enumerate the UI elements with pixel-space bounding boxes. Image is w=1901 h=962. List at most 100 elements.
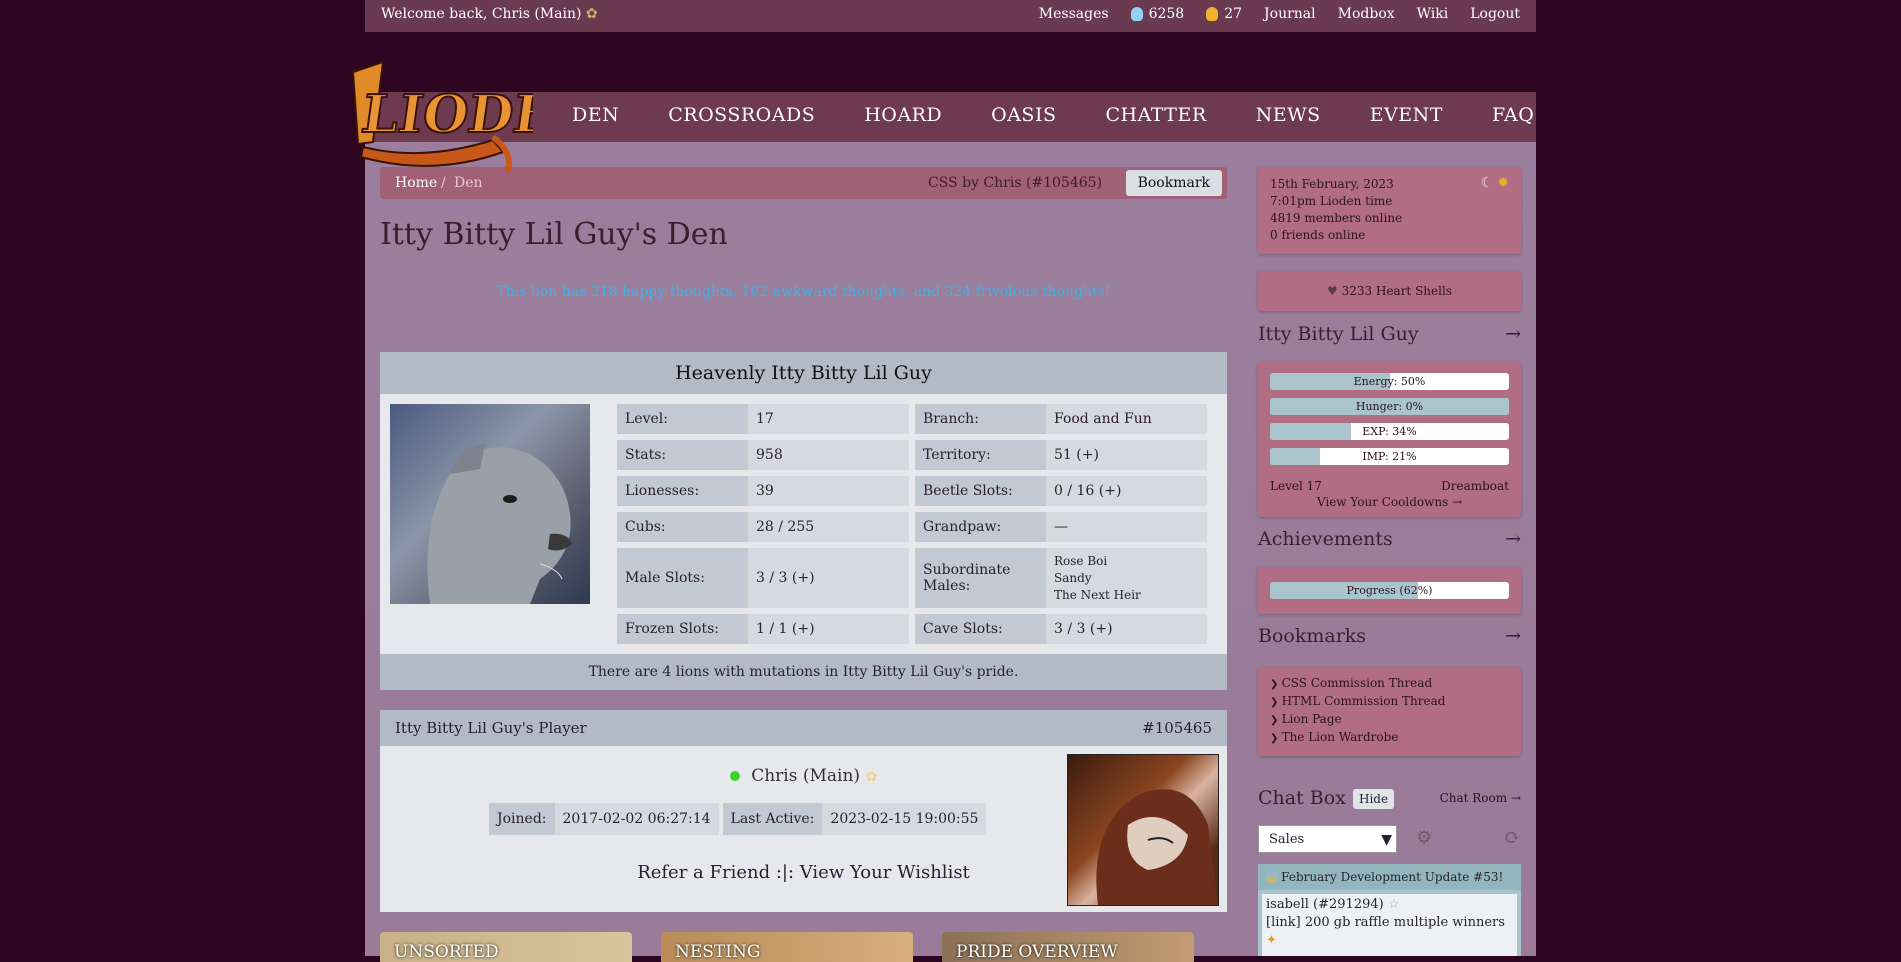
blue-gem-icon xyxy=(1130,7,1143,21)
day-night-icons: ☾ ✹ xyxy=(1481,175,1509,192)
messages-link[interactable]: Messages xyxy=(1039,6,1109,22)
stat-value[interactable]: Food and Fun xyxy=(1046,404,1160,434)
date-text: 15th February, 2023 xyxy=(1270,177,1394,191)
stat-label: Territory: xyxy=(915,440,1046,470)
nav-event[interactable]: EVENT xyxy=(1370,104,1443,126)
lion-name-title[interactable]: Itty Bitty Lil Guy xyxy=(1258,323,1419,345)
modbox-link[interactable]: Modbox xyxy=(1338,6,1395,22)
chat-hide-button[interactable]: Hide xyxy=(1353,789,1395,809)
stat-label: Level: xyxy=(617,404,748,434)
chat-channel-select[interactable]: Sales ▼ xyxy=(1258,825,1397,853)
cooldowns-link[interactable]: View Your Cooldowns → xyxy=(1258,495,1521,509)
chat-messages[interactable]: isabell (#291294) ☆ [link] 200 gb raffle… xyxy=(1262,894,1517,956)
stat-value[interactable]: 51 (+) xyxy=(1046,440,1107,470)
stat-level: Level: 17 xyxy=(617,404,909,434)
logo-graphic: LIODEN xyxy=(351,60,606,173)
breadcrumb-separator: / xyxy=(441,175,446,191)
subordinate-male-link[interactable]: Rose Boi xyxy=(1054,553,1107,570)
stat-stats: Stats: 958 xyxy=(617,440,909,470)
nav-chatter[interactable]: CHATTER xyxy=(1105,104,1206,126)
stat-value[interactable]: 3 / 3 (+) xyxy=(1046,614,1121,644)
lion-stats: Level: 17 Branch: Food and Fun Stats: 958 T… xyxy=(617,404,1211,644)
wiki-link[interactable]: Wiki xyxy=(1417,6,1449,22)
arrow-right-icon[interactable]: → xyxy=(1505,323,1521,345)
energy-label: Energy: 50% xyxy=(1353,375,1426,388)
stat-grandpaw: Grandpaw: — xyxy=(915,512,1207,542)
arrow-right-icon[interactable]: → xyxy=(1505,528,1521,550)
lioden-logo[interactable]: LIODEN xyxy=(343,52,606,173)
stat-label: Male Slots: xyxy=(617,548,748,608)
nav-crossroads[interactable]: CROSSROADS xyxy=(668,104,815,126)
energy-bar: Energy: 50% xyxy=(1270,373,1509,390)
stat-value[interactable]: 0 / 16 (+) xyxy=(1046,476,1129,506)
subordinate-male-link[interactable]: The Next Heir xyxy=(1054,587,1141,604)
player-avatar[interactable] xyxy=(1067,754,1219,906)
tile-pride-overview[interactable]: PRIDE OVERVIEW xyxy=(942,932,1194,962)
nav-oasis[interactable]: OASIS xyxy=(991,104,1056,126)
joined-field: Joined: 2017-02-02 06:27:14 xyxy=(489,803,719,835)
bookmark-link[interactable]: The Lion Wardrobe xyxy=(1270,729,1509,747)
bookmark-link[interactable]: CSS Commission Thread xyxy=(1270,675,1509,693)
bookmark-link[interactable]: Lion Page xyxy=(1270,711,1509,729)
den-tiles: UNSORTED NESTING PRIDE OVERVIEW xyxy=(380,932,1194,962)
tile-unsorted[interactable]: UNSORTED xyxy=(380,932,632,962)
chat-room-link[interactable]: Chat Room → xyxy=(1440,791,1521,805)
logout-link[interactable]: Logout xyxy=(1470,6,1520,22)
nav-news[interactable]: NEWS xyxy=(1256,104,1321,126)
player-heading: Itty Bitty Lil Guy's Player xyxy=(395,719,587,737)
css-credit[interactable]: CSS by Chris (#105465) xyxy=(928,175,1102,191)
lioness-portrait xyxy=(427,444,572,604)
lion-level: Level 17 xyxy=(1270,479,1322,493)
tile-nesting[interactable]: NESTING xyxy=(661,932,913,962)
nav-den[interactable]: DEN xyxy=(572,104,619,126)
nav-hoard[interactable]: HOARD xyxy=(864,104,942,126)
achievements-title: Achievements → xyxy=(1258,528,1521,550)
star-icon: ☆ xyxy=(1387,897,1400,912)
subordinate-list: Rose Boi Sandy The Next Heir xyxy=(1046,548,1149,608)
breadcrumb-home[interactable]: Home xyxy=(395,175,437,191)
logo-text: LIODEN xyxy=(358,84,533,145)
bookmark-button[interactable]: Bookmark xyxy=(1125,170,1222,196)
gold-gems[interactable]: 27 xyxy=(1206,6,1242,22)
main-nav: DEN CROSSROADS HOARD OASIS CHATTER NEWS … xyxy=(365,92,1536,142)
stat-label: Lionesses: xyxy=(617,476,748,506)
arrow-right-icon[interactable]: → xyxy=(1505,625,1521,647)
chat-username[interactable]: isabell (#291294) xyxy=(1266,897,1384,912)
members-online[interactable]: 4819 members online xyxy=(1270,210,1509,227)
imp-bar: IMP: 21% xyxy=(1270,448,1509,465)
subordinate-male-link[interactable]: Sandy xyxy=(1054,570,1092,587)
bookmarks-heading[interactable]: Bookmarks xyxy=(1258,625,1366,647)
gold-gems-count: 27 xyxy=(1224,6,1243,22)
welcome-label: Welcome back, Chris (Main) xyxy=(381,6,582,22)
nav-faq[interactable]: FAQ xyxy=(1492,104,1534,126)
heart-shells-box: ♥ 3233 Heart Shells xyxy=(1258,271,1521,311)
stat-beetle-slots: Beetle Slots: 0 / 16 (+) xyxy=(915,476,1207,506)
refresh-icon[interactable]: ⟳ xyxy=(1504,825,1521,849)
chat-announcement[interactable]: ▤ February Development Update #53! [link… xyxy=(1258,864,1521,910)
stat-value[interactable]: 1 / 1 (+) xyxy=(748,614,823,644)
chat-header: Chat Box Hide Chat Room → xyxy=(1258,787,1521,813)
last-active-field: Last Active: 2023-02-15 19:00:55 xyxy=(722,803,987,835)
friends-online[interactable]: 0 friends online xyxy=(1270,227,1509,244)
time-text: 7:01pm Lioden time xyxy=(1270,194,1393,208)
exp-fill xyxy=(1270,423,1352,440)
journal-link[interactable]: Journal xyxy=(1264,6,1316,22)
stat-label: Cave Slots: xyxy=(915,614,1046,644)
gear-icon[interactable]: ⚙ xyxy=(1416,827,1432,848)
scroll-icon: ▤ xyxy=(1266,870,1278,884)
sun-icon: ✹ xyxy=(1497,175,1509,191)
bookmarks-box: CSS Commission Thread HTML Commission Th… xyxy=(1258,667,1521,756)
achievements-heading[interactable]: Achievements xyxy=(1258,528,1393,550)
stat-value[interactable]: 3 / 3 (+) xyxy=(748,548,823,608)
achievement-progress-bar: Progress (62%) xyxy=(1270,582,1509,599)
lion-image[interactable] xyxy=(390,404,590,604)
imp-label: IMP: 21% xyxy=(1362,450,1417,463)
thoughts-text: This lion has 218 happy thoughts, 102 aw… xyxy=(496,284,1111,300)
heart-shells-count[interactable]: 3233 Heart Shells xyxy=(1342,284,1452,298)
bookmark-link[interactable]: HTML Commission Thread xyxy=(1270,693,1509,711)
blue-gems[interactable]: 6258 xyxy=(1130,6,1184,22)
stat-value: 28 / 255 xyxy=(756,519,815,535)
player-id[interactable]: #105465 xyxy=(1142,710,1212,746)
player-name[interactable]: Chris (Main) xyxy=(751,766,860,786)
chat-feed: ▤ February Development Update #53! [link… xyxy=(1258,864,1521,956)
